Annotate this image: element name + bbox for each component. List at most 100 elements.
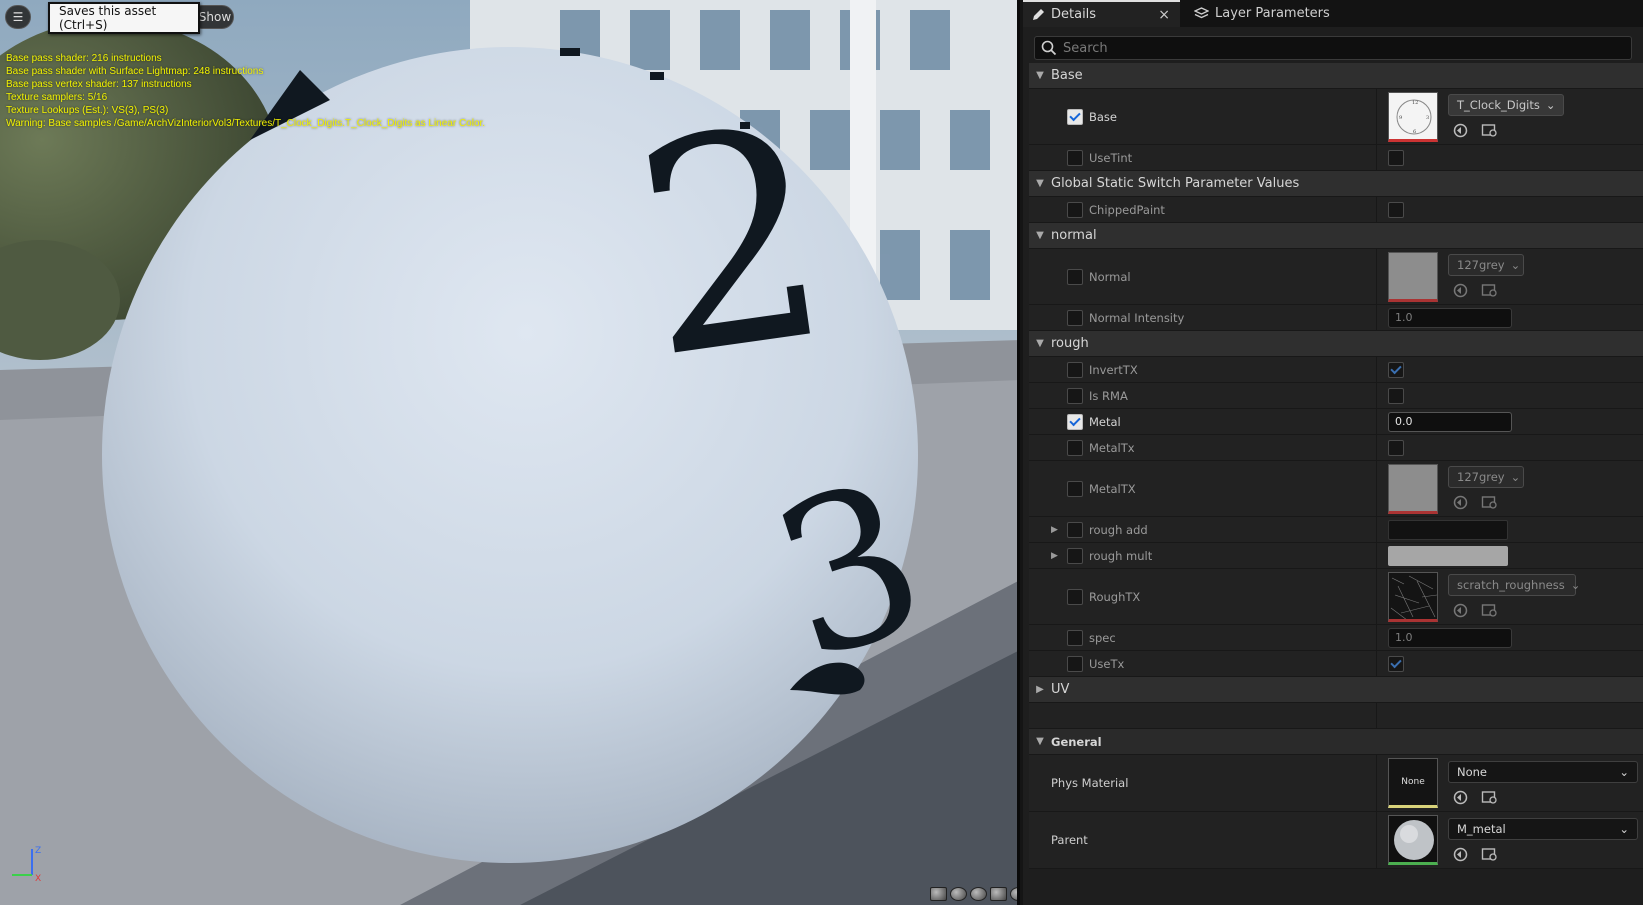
override-checkbox[interactable]	[1067, 521, 1083, 538]
empty-cell	[1029, 703, 1377, 728]
viewport-menu-button[interactable]: ☰	[5, 5, 31, 29]
cylinder-preview-icon[interactable]	[930, 887, 947, 901]
chevron-down-icon: ⌄	[1619, 764, 1629, 779]
category-uv[interactable]: ▶ UV	[1029, 677, 1643, 703]
parent-dropdown[interactable]: M_metal ⌄	[1448, 817, 1638, 840]
chevron-down-icon: ▼	[1036, 736, 1044, 747]
category-rough[interactable]: ▼ rough	[1029, 331, 1643, 357]
texture-thumbnail[interactable]	[1388, 463, 1438, 514]
color-swatch[interactable]	[1388, 545, 1508, 566]
override-checkbox[interactable]	[1067, 547, 1083, 564]
param-name: spec	[1029, 625, 1377, 650]
use-selected-icon[interactable]	[1452, 602, 1469, 619]
asset-thumbnail[interactable]: None	[1388, 758, 1438, 808]
param-label: Parent	[1051, 833, 1088, 847]
material-thumbnail[interactable]	[1388, 815, 1438, 865]
param-row-isrma: Is RMA	[1029, 383, 1643, 409]
show-label: Show	[198, 10, 232, 24]
search-input[interactable]	[1063, 40, 1594, 56]
teapot-preview-icon[interactable]	[1010, 887, 1017, 901]
value-checkbox[interactable]	[1388, 655, 1404, 672]
override-checkbox[interactable]	[1067, 361, 1083, 378]
param-name: UseTint	[1029, 145, 1377, 170]
param-label: rough mult	[1089, 548, 1153, 563]
category-label: Base	[1051, 68, 1083, 83]
category-static-switch[interactable]: ▼ Global Static Switch Parameter Values	[1029, 171, 1643, 197]
param-value: 1.0	[1377, 625, 1643, 650]
browse-icon[interactable]	[1481, 122, 1498, 139]
axis-gizmo: Z X	[12, 846, 41, 883]
asset-dropdown[interactable]: 127grey ⌄	[1448, 254, 1524, 276]
browse-icon[interactable]	[1481, 846, 1498, 863]
override-checkbox[interactable]	[1067, 655, 1083, 672]
browse-icon[interactable]	[1481, 494, 1498, 511]
chevron-right-icon[interactable]: ▶	[1051, 525, 1058, 535]
search-icon	[1041, 40, 1057, 56]
override-checkbox[interactable]	[1067, 201, 1083, 218]
browse-icon[interactable]	[1481, 602, 1498, 619]
stats-line: Base pass shader: 216 instructions	[6, 53, 162, 64]
use-selected-icon[interactable]	[1452, 789, 1469, 806]
param-row-normal: Normal 127grey ⌄	[1029, 249, 1643, 305]
category-label: General	[1051, 734, 1102, 749]
override-checkbox[interactable]	[1067, 480, 1083, 497]
browse-icon[interactable]	[1481, 789, 1498, 806]
value-checkbox[interactable]	[1388, 439, 1404, 456]
plane-preview-icon[interactable]	[970, 887, 987, 901]
override-checkbox[interactable]	[1067, 588, 1083, 605]
tab-details[interactable]: Details ×	[1023, 0, 1180, 27]
number-field[interactable]: 1.0	[1388, 627, 1512, 648]
parameter-list: ▼ Base Base 12 3 6 9 T_Clock_Digits ⌄ Us…	[1029, 63, 1643, 869]
browse-icon[interactable]	[1481, 282, 1498, 299]
category-normal[interactable]: ▼ normal	[1029, 223, 1643, 249]
close-tab-icon[interactable]: ×	[1158, 7, 1170, 23]
asset-dropdown[interactable]: None ⌄	[1448, 760, 1638, 783]
asset-dropdown[interactable]: scratch_roughness ⌄	[1448, 574, 1580, 596]
override-checkbox[interactable]	[1067, 268, 1083, 285]
cube-preview-icon[interactable]	[990, 887, 1007, 901]
override-checkbox[interactable]	[1067, 149, 1083, 166]
override-checkbox[interactable]	[1067, 413, 1083, 430]
param-label: spec	[1089, 630, 1116, 645]
sphere-preview-icon[interactable]	[950, 887, 967, 901]
category-label: Global Static Switch Parameter Values	[1051, 176, 1300, 191]
texture-thumbnail[interactable]	[1388, 571, 1438, 622]
use-selected-icon[interactable]	[1452, 846, 1469, 863]
value-checkbox[interactable]	[1388, 201, 1404, 218]
use-selected-icon[interactable]	[1452, 282, 1469, 299]
texture-thumbnail[interactable]	[1388, 251, 1438, 302]
asset-name: 127grey	[1457, 470, 1505, 484]
category-base[interactable]: ▼ Base	[1029, 63, 1643, 89]
number-field[interactable]: 0.0	[1388, 411, 1512, 432]
value-checkbox[interactable]	[1388, 387, 1404, 404]
value-checkbox[interactable]	[1388, 149, 1404, 166]
details-panel: Details × Layer Parameters ▼ Base	[1023, 0, 1643, 905]
asset-dropdown[interactable]: T_Clock_Digits ⌄	[1448, 94, 1565, 116]
asset-actions	[1448, 846, 1638, 863]
override-checkbox[interactable]	[1067, 387, 1083, 404]
param-row-metal: Metal 0.0	[1029, 409, 1643, 435]
material-preview-viewport[interactable]: 2 3 ☰ Show Saves this asset (Ctrl+S) Bas…	[0, 0, 1020, 905]
override-checkbox[interactable]	[1067, 309, 1083, 326]
param-name: Normal	[1029, 249, 1377, 304]
shader-stats: Base pass shader: 216 instructions Base …	[6, 52, 485, 130]
category-label: normal	[1051, 228, 1097, 243]
number-field[interactable]: 1.0	[1388, 307, 1512, 328]
param-name: UseTx	[1029, 651, 1377, 676]
value-checkbox[interactable]	[1388, 361, 1404, 378]
chevron-right-icon[interactable]: ▶	[1051, 551, 1058, 561]
asset-name: T_Clock_Digits	[1457, 98, 1540, 112]
asset-dropdown[interactable]: 127grey ⌄	[1448, 466, 1524, 488]
param-label: Normal	[1089, 269, 1131, 284]
override-checkbox[interactable]	[1067, 629, 1083, 646]
texture-thumbnail[interactable]: 12 3 6 9	[1388, 91, 1438, 142]
use-selected-icon[interactable]	[1452, 122, 1469, 139]
override-checkbox[interactable]	[1067, 439, 1083, 456]
color-swatch[interactable]	[1388, 519, 1508, 540]
tab-layer-parameters[interactable]: Layer Parameters	[1180, 0, 1380, 27]
spacer-row	[1029, 703, 1643, 729]
override-checkbox[interactable]	[1067, 108, 1083, 125]
category-general[interactable]: ▼ General	[1029, 729, 1643, 755]
use-selected-icon[interactable]	[1452, 494, 1469, 511]
axis-x-label: X	[35, 874, 41, 883]
